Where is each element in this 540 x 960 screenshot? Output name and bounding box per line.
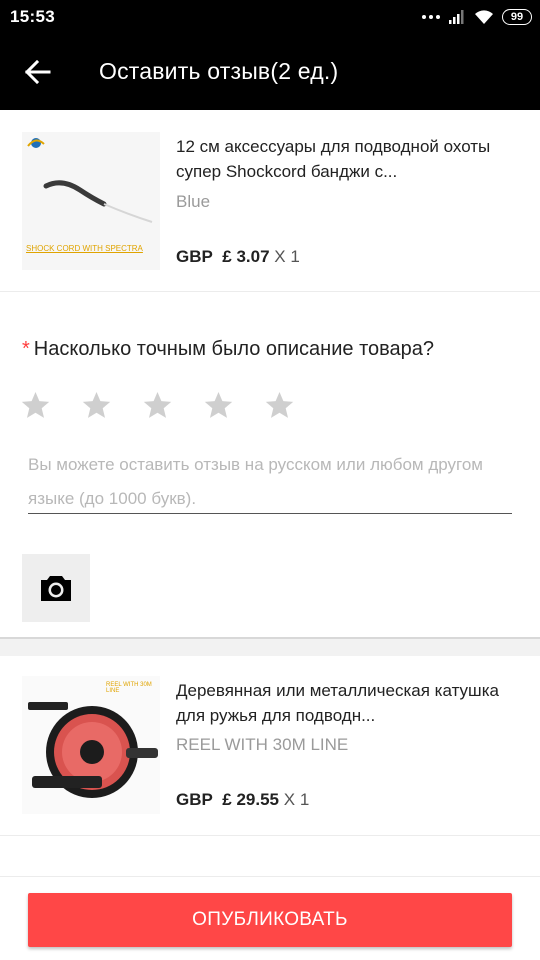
product-quantity: X 1 [283,790,310,809]
section-divider [0,637,540,656]
star-icon[interactable] [142,390,173,421]
product-name: Деревянная или металлическая катушка для… [176,681,499,725]
wifi-icon [475,10,493,24]
star-icon[interactable] [264,390,295,421]
price-amount: £ 3.07 [222,247,270,266]
product-image: SHOCK CORD WITH SPECTRA [22,132,160,270]
product-row[interactable]: SHOCK CORD WITH SPECTRA 12 см аксессуары… [0,110,540,292]
product-image-caption: SHOCK CORD WITH SPECTRA [26,244,143,253]
product-quantity: X 1 [274,247,300,266]
signal-icon [449,10,464,24]
product-price: GBP £ 29.55 X 1 [176,790,309,810]
product-row[interactable]: REEL WITH 30M LINE Деревянная или металл… [0,656,540,836]
battery-icon: 99 [502,9,532,25]
publish-button[interactable]: ОПУБЛИКОВАТЬ [28,893,512,947]
back-button[interactable] [18,52,58,92]
arrow-left-icon [25,60,51,84]
page-title: Оставить отзыв(2 ед.) [99,58,339,84]
star-icon[interactable] [20,390,51,421]
more-dots-icon [422,15,440,19]
add-photo-button[interactable] [22,554,90,622]
bottom-bar: ОПУБЛИКОВАТЬ [0,876,540,960]
camera-icon [41,576,71,601]
star-icon[interactable] [81,390,112,421]
product-variant: REEL WITH 30M LINE [176,735,349,754]
price-amount: £ 29.55 [222,790,280,809]
reel-image [22,676,160,814]
product-image: REEL WITH 30M LINE [22,676,160,814]
product-image-caption: REEL WITH 30M LINE [106,682,152,694]
rating-question-text: Насколько точным было описание товара? [33,338,435,360]
review-section: * Насколько точным было описание товара? … [0,292,540,637]
review-text-input[interactable]: Вы можете оставить отзыв на русском или … [28,448,512,514]
price-currency: GBP [176,790,213,809]
price-currency: GBP [176,247,213,266]
status-icons: 99 [422,8,532,26]
product-price: GBP £ 3.07 X 1 [176,247,300,267]
status-time: 15:53 [10,7,55,26]
status-bar: 15:53 99 [0,0,540,34]
rating-question: * Насколько точным было описание товара? [22,338,434,361]
star-icon[interactable] [203,390,234,421]
product-variant: Blue [176,192,211,211]
app-bar: Оставить отзыв(2 ед.) [0,34,540,110]
star-rating[interactable] [20,390,295,421]
product-name: 12 см аксессуары для подводной охоты суп… [176,137,491,181]
required-mark: * [22,338,30,360]
